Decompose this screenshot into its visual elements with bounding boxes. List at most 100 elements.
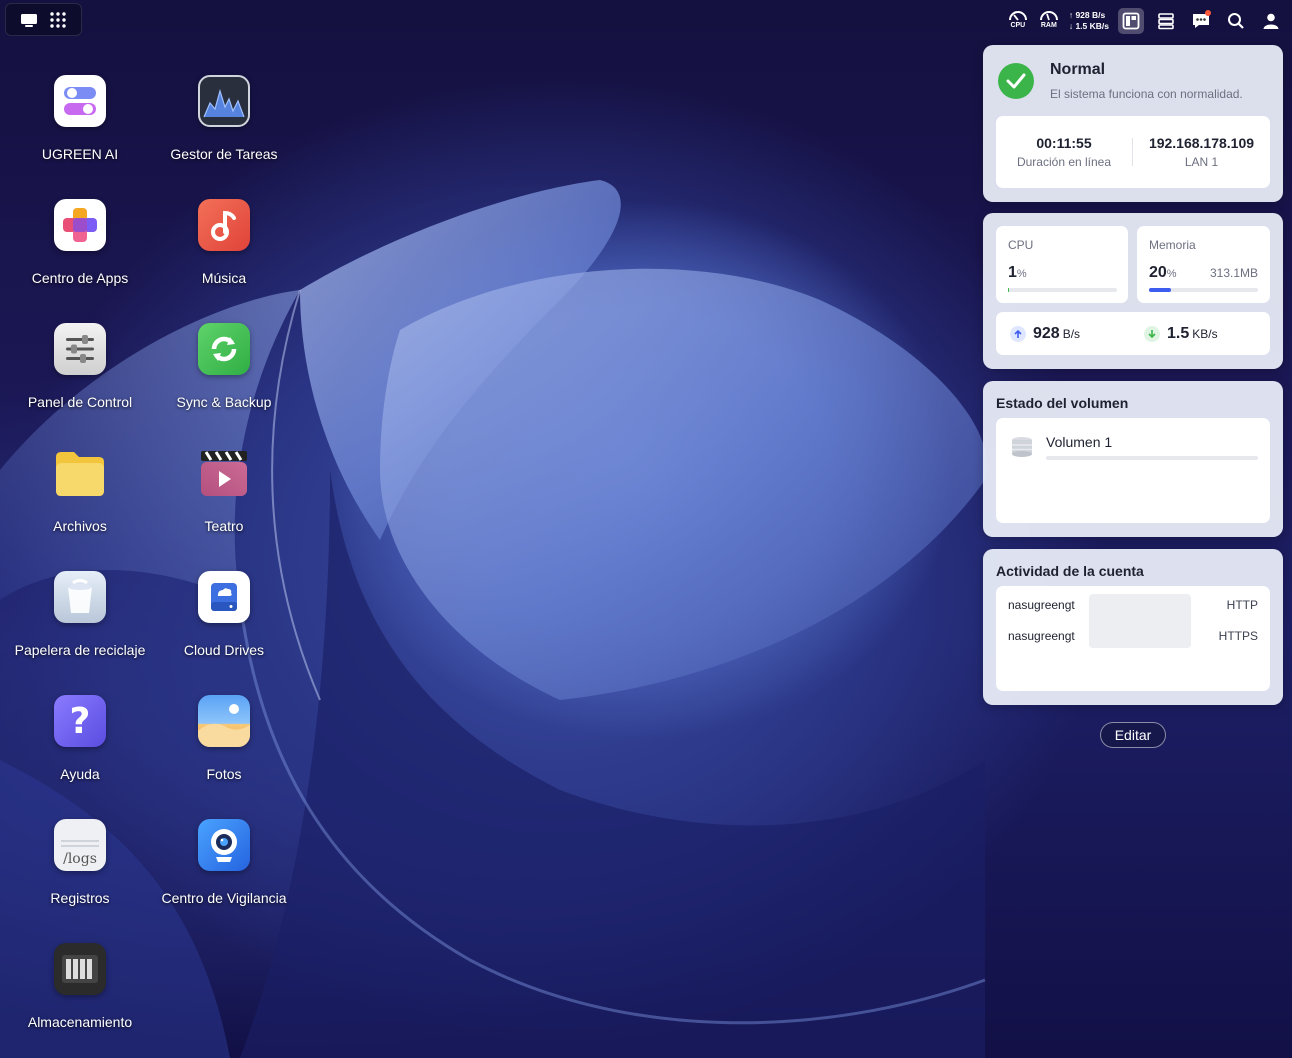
photos-icon — [198, 695, 250, 747]
app-label: Registros — [50, 890, 110, 906]
network-throughput-box[interactable]: 928 B/s 1.5 KB/s — [996, 312, 1270, 355]
desktop-app-sync-backup[interactable]: Sync & Backup — [154, 323, 294, 410]
app-label: Música — [201, 270, 247, 286]
ip-address-value: 192.168.178.109 — [1148, 135, 1255, 151]
topbar-right-group: CPU RAM ↑ 928 B/s ↓ 1.5 KB/s — [1007, 6, 1284, 36]
theater-icon — [198, 447, 250, 499]
memory-label: Memoria — [1149, 238, 1196, 252]
app-grid-icon[interactable] — [47, 9, 69, 31]
activity-protocol: HTTP — [1226, 598, 1258, 612]
memory-usage-box[interactable]: Memoria 20% 313.1MB — [1137, 226, 1270, 303]
download-value: 1.5 — [1167, 325, 1190, 342]
desktop-app-music[interactable]: Música — [154, 199, 294, 286]
logs-icon-text: /logs — [63, 851, 97, 867]
music-icon — [198, 199, 250, 251]
memory-usage-bar-fill — [1149, 288, 1171, 292]
activity-user: nasugreengt — [1008, 598, 1075, 612]
control-panel-icon — [54, 323, 106, 375]
activity-list: nasugreengt HTTP nasugreengt HTTPS — [996, 586, 1270, 691]
volume-status-card: Estado del volumen Volumen 1 — [983, 381, 1283, 537]
download-icon — [1144, 326, 1160, 342]
topbar-download-speed: 1.5 KB/s — [1075, 21, 1109, 31]
desktop-app-task-manager[interactable]: Gestor de Tareas — [154, 75, 294, 162]
app-label: Ayuda — [60, 766, 100, 782]
widgets-toggle-button[interactable] — [1118, 8, 1144, 34]
app-label: Panel de Control — [27, 394, 133, 410]
cpu-meter[interactable]: CPU — [1007, 8, 1029, 34]
desktop-app-help[interactable]: ? Ayuda — [10, 695, 150, 782]
ram-meter[interactable]: RAM — [1038, 8, 1060, 34]
desktop-app-recycle-bin[interactable]: Papelera de reciclaje — [10, 571, 150, 658]
task-list-button[interactable] — [1153, 8, 1179, 34]
desktop-app-ugreen-ai[interactable]: UGREEN AI — [10, 75, 150, 162]
app-label: Almacenamiento — [27, 1014, 133, 1030]
files-icon — [54, 447, 106, 499]
volume-name: Volumen 1 — [1046, 434, 1113, 450]
memory-value: 20 — [1149, 264, 1167, 281]
ram-meter-label: RAM — [1040, 22, 1057, 29]
volume-card-title: Estado del volumen — [996, 395, 1129, 411]
status-details-box: 00:11:55 Duración en línea 192.168.178.1… — [996, 116, 1270, 188]
cpu-value-group: 1% — [1008, 264, 1027, 282]
desktop-app-app-center[interactable]: Centro de Apps — [10, 199, 150, 286]
cpu-gauge-icon — [1008, 11, 1027, 21]
task-manager-icon — [198, 75, 250, 127]
account-activity-card: Actividad de la cuenta nasugreengt HTTP … — [983, 549, 1283, 705]
cpu-label: CPU — [1008, 238, 1034, 252]
memory-usage-bar — [1149, 288, 1258, 292]
activity-user: nasugreengt — [1008, 629, 1075, 643]
search-icon — [1228, 13, 1244, 29]
surveillance-icon — [198, 819, 250, 871]
search-button[interactable] — [1223, 8, 1249, 34]
app-center-icon — [54, 199, 106, 251]
memory-used-value: 313.1MB — [1209, 266, 1258, 280]
app-label: Gestor de Tareas — [170, 146, 278, 162]
user-menu-button[interactable] — [1258, 8, 1284, 34]
cpu-usage-box[interactable]: CPU 1% — [996, 226, 1128, 303]
app-label: Papelera de reciclaje — [14, 642, 146, 658]
messages-button[interactable] — [1188, 8, 1214, 34]
network-speed-readout[interactable]: ↑ 928 B/s ↓ 1.5 KB/s — [1069, 10, 1109, 32]
app-label: Teatro — [204, 518, 244, 534]
app-label: Cloud Drives — [183, 642, 265, 658]
storage-icon — [54, 943, 106, 995]
notification-dot — [1205, 10, 1211, 16]
app-label: Archivos — [53, 518, 107, 534]
desktop-app-photos[interactable]: Fotos — [154, 695, 294, 782]
volume-item[interactable]: Volumen 1 — [996, 418, 1270, 523]
cpu-usage-bar-fill — [1008, 288, 1010, 292]
desktop-app-cloud-drives[interactable]: Cloud Drives — [154, 571, 294, 658]
download-stat: 1.5 KB/s — [1144, 325, 1218, 343]
ram-gauge-icon — [1039, 11, 1058, 21]
desktop-app-files[interactable]: Archivos — [10, 447, 150, 534]
memory-unit: % — [1166, 268, 1177, 280]
desktop-app-theater[interactable]: Teatro — [154, 447, 294, 534]
upload-icon — [1010, 326, 1026, 342]
desktop-app-surveillance[interactable]: Centro de Vigilancia — [154, 819, 294, 906]
volume-usage-bar — [1046, 456, 1258, 460]
topbar-upload-speed: 928 B/s — [1075, 10, 1106, 20]
show-desktop-icon[interactable] — [18, 9, 40, 31]
volume-disk-icon — [1010, 435, 1034, 464]
desktop-app-control-panel[interactable]: Panel de Control — [10, 323, 150, 410]
activity-card-title: Actividad de la cuenta — [996, 563, 1144, 579]
user-icon — [1263, 13, 1279, 29]
status-message: El sistema funciona con normalidad. — [1050, 87, 1243, 101]
cloud-drives-icon — [198, 571, 250, 623]
app-label: Fotos — [206, 766, 242, 782]
help-icon: ? — [54, 695, 106, 747]
activity-protocol: HTTPS — [1218, 629, 1258, 643]
server-list-icon — [1158, 13, 1174, 30]
system-status-card: Normal El sistema funciona con normalida… — [983, 45, 1283, 202]
desktop-app-storage[interactable]: Almacenamiento — [10, 943, 150, 1030]
recycle-bin-icon — [54, 571, 106, 623]
memory-value-group: 20% — [1149, 264, 1177, 282]
resource-monitor-card: CPU 1% Memoria 20% 313.1MB 928 B/s 1.5 K… — [983, 213, 1283, 369]
app-label: Centro de Vigilancia — [161, 890, 287, 906]
ip-interface-label: LAN 1 — [1184, 155, 1219, 169]
desktop-app-logs[interactable]: /logs Registros — [10, 819, 150, 906]
status-check-icon — [998, 63, 1034, 99]
app-label: UGREEN AI — [41, 146, 119, 162]
edit-widgets-button[interactable]: Editar — [1100, 722, 1166, 748]
redacted-ip-block — [1089, 594, 1191, 648]
